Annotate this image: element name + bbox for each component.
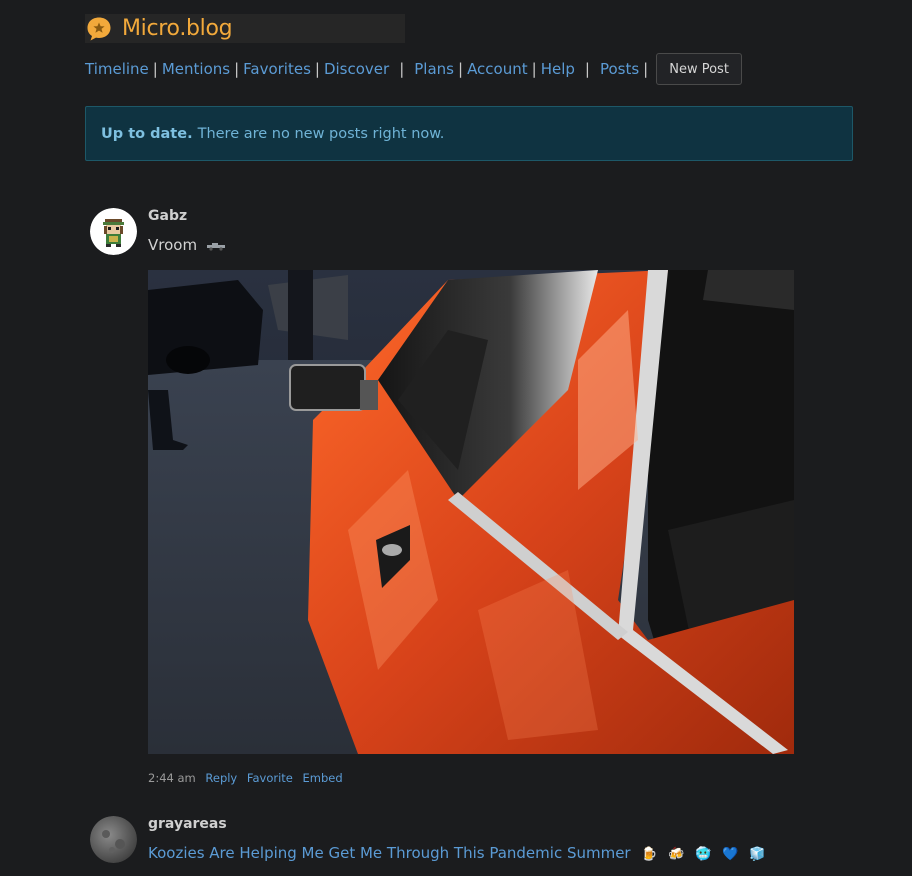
nav-separator: |: [314, 60, 320, 78]
post-item: Gabz Vroom 2:44 am Reply Favorite Embed: [90, 208, 810, 798]
nav-separator: |: [234, 60, 240, 78]
post-timestamp[interactable]: 2:44 am: [148, 771, 196, 785]
post-link[interactable]: Koozies Are Helping Me Get Me Through Th…: [148, 844, 631, 862]
speech-bubble-star-icon: [87, 17, 111, 40]
clinking-beer-icon: 🍻: [668, 847, 685, 862]
post-author[interactable]: grayareas: [148, 816, 227, 832]
cold-face-icon: 🥶: [695, 847, 712, 862]
post-item: grayareas Koozies Are Helping Me Get Me …: [90, 816, 810, 876]
nav-separator: |: [399, 60, 405, 78]
racing-car-icon: [206, 242, 225, 251]
nav-discover[interactable]: Discover: [324, 60, 389, 78]
nav-mentions[interactable]: Mentions: [162, 60, 230, 78]
nav-separator: |: [458, 60, 464, 78]
alert-message: There are no new posts right now.: [197, 125, 445, 142]
reply-link[interactable]: Reply: [205, 771, 237, 785]
avatar[interactable]: [90, 816, 137, 863]
blue-heart-icon: 💙: [722, 847, 739, 862]
beer-mug-icon: 🍺: [641, 847, 658, 862]
orange-car-photo[interactable]: [148, 270, 794, 754]
page: Micro.blog Timeline | Mentions | Favorit…: [0, 0, 912, 876]
nav-separator: |: [584, 60, 590, 78]
nav-separator: |: [643, 60, 649, 78]
nav-timeline[interactable]: Timeline: [85, 60, 149, 78]
status-alert: Up to date. There are no new posts right…: [85, 106, 853, 161]
nav-separator: |: [152, 60, 158, 78]
avatar[interactable]: [90, 208, 137, 255]
main-nav: Timeline | Mentions | Favorites | Discov…: [85, 52, 742, 86]
favorite-link[interactable]: Favorite: [247, 771, 293, 785]
pixel-avatar-icon: [90, 208, 137, 255]
post-text: Koozies Are Helping Me Get Me Through Th…: [148, 844, 765, 862]
moon-avatar-icon: [90, 816, 137, 863]
embed-link[interactable]: Embed: [303, 771, 343, 785]
alert-title: Up to date.: [101, 125, 193, 142]
nav-account[interactable]: Account: [467, 60, 528, 78]
nav-posts[interactable]: Posts: [600, 60, 639, 78]
post-body: Vroom: [148, 236, 198, 254]
post-author[interactable]: Gabz: [148, 208, 187, 224]
post-text: Vroom: [148, 236, 226, 254]
nav-help[interactable]: Help: [541, 60, 575, 78]
site-header[interactable]: Micro.blog: [85, 14, 405, 43]
nav-separator: |: [531, 60, 537, 78]
post-meta: 2:44 am Reply Favorite Embed: [148, 771, 343, 785]
ice-cube-icon: 🧊: [749, 847, 766, 862]
new-post-button[interactable]: New Post: [656, 53, 742, 85]
nav-plans[interactable]: Plans: [414, 60, 454, 78]
site-title: Micro.blog: [122, 16, 233, 41]
car-image: [148, 270, 794, 754]
nav-favorites[interactable]: Favorites: [243, 60, 311, 78]
